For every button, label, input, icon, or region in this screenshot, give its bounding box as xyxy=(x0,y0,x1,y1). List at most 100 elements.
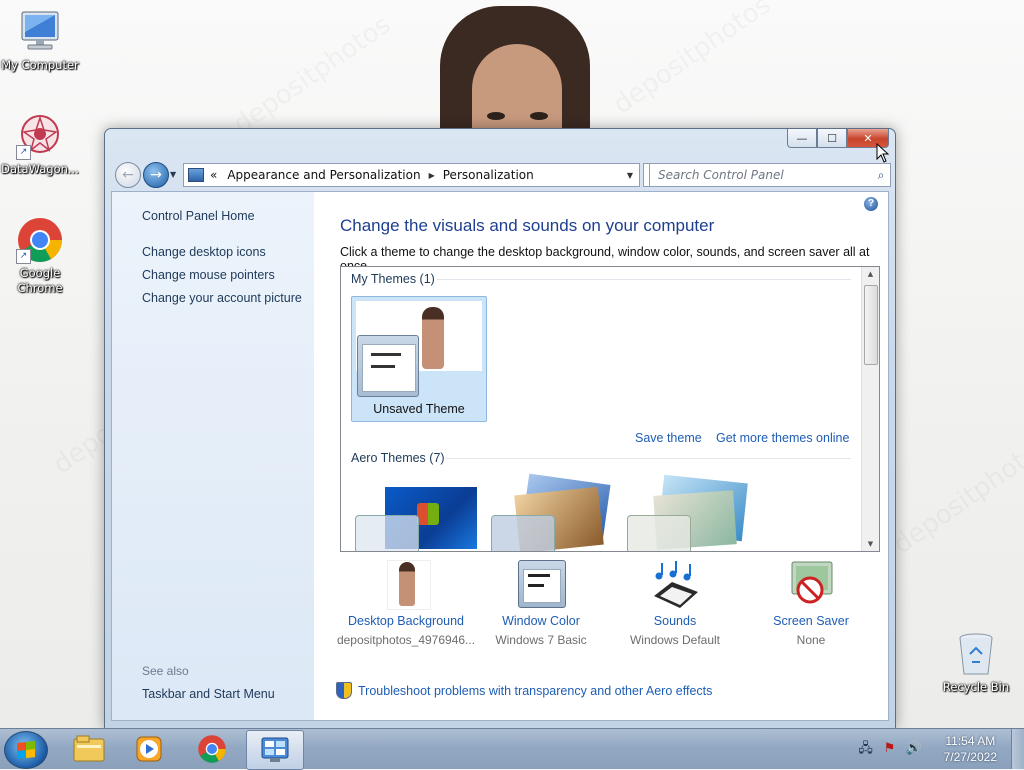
scrollbar-thumb[interactable] xyxy=(864,285,878,365)
window-color-icon xyxy=(516,560,566,610)
window-controls: — ☐ ✕ xyxy=(787,129,889,148)
window-color-setting[interactable]: Window Color Windows 7 Basic xyxy=(466,560,616,647)
scroll-down-icon[interactable]: ▼ xyxy=(862,540,879,548)
desktop-background-value: depositphotos_4976946... xyxy=(336,633,476,647)
taskbar-file-explorer[interactable] xyxy=(60,730,118,768)
sounds-link[interactable]: Sounds xyxy=(600,614,750,628)
desktop-icon-label: My Computer xyxy=(1,58,79,72)
breadcrumb-separator-icon[interactable]: ▶ xyxy=(429,171,435,180)
back-arrow-icon: ← xyxy=(122,167,134,183)
sidebar-change-mouse-pointers[interactable]: Change mouse pointers xyxy=(142,268,275,282)
theme-list-scrollbar[interactable]: ▲ ▼ xyxy=(861,267,879,551)
page-title: Change the visuals and sounds on your co… xyxy=(340,216,715,235)
windows-logo-icon xyxy=(17,749,35,759)
datawagon-icon: ↗ xyxy=(16,112,64,160)
troubleshoot-text[interactable]: Troubleshoot problems with transparency … xyxy=(358,684,712,698)
start-button[interactable] xyxy=(4,731,48,769)
clock[interactable]: 11:54 AM 7/27/2022 xyxy=(944,733,997,765)
taskbar: 🖧 ⚑ 🔊 11:54 AM 7/27/2022 xyxy=(0,728,1024,770)
desktop-background-icon xyxy=(381,560,431,610)
main-panel: ? Change the visuals and sounds on your … xyxy=(314,192,888,720)
screen-saver-icon xyxy=(786,560,836,610)
desktop-icon-recycle-bin[interactable]: Recycle Bin xyxy=(936,630,1016,695)
theme-preview-window xyxy=(357,335,419,397)
sounds-setting[interactable]: Sounds Windows Default xyxy=(600,560,750,647)
theme-preview-window xyxy=(491,515,555,551)
breadcrumb-overflow[interactable]: « xyxy=(210,168,217,182)
theme-tile-name: Unsaved Theme xyxy=(373,402,465,416)
window-color-frame xyxy=(518,560,566,608)
desktop-background-link[interactable]: Desktop Background xyxy=(331,614,481,628)
aero-theme-nature[interactable] xyxy=(627,474,757,551)
file-explorer-icon xyxy=(73,735,105,762)
window-color-body xyxy=(523,569,561,603)
desktop-icon-label: Google Chrome xyxy=(17,266,63,295)
save-theme-link[interactable]: Save theme xyxy=(635,431,702,445)
desktop-background-setting[interactable]: Desktop Background depositphotos_4976946… xyxy=(331,560,481,647)
wallpaper-eye xyxy=(487,112,505,120)
watermark: depositphotos xyxy=(608,0,776,120)
troubleshoot-link[interactable]: Troubleshoot problems with transparency … xyxy=(336,682,712,699)
recycle-bin-icon xyxy=(952,630,1000,678)
control-panel-icon xyxy=(261,737,289,762)
desktop-icon-my-computer[interactable]: My Computer xyxy=(0,8,80,73)
get-more-themes-link[interactable]: Get more themes online xyxy=(716,431,849,445)
minimize-button[interactable]: — xyxy=(787,129,817,148)
theme-list[interactable]: My Themes (1) Unsaved Theme Save theme G… xyxy=(340,266,880,552)
preview-line xyxy=(528,584,544,587)
sounds-icon xyxy=(650,560,700,610)
chrome-icon xyxy=(198,735,226,763)
desktop-icon-label: Recycle Bin xyxy=(942,680,1010,694)
windows-logo-icon xyxy=(417,503,439,525)
screen-saver-value: None xyxy=(796,633,826,647)
theme-preview-person xyxy=(422,307,444,369)
thumbnail-person xyxy=(399,562,415,606)
sidebar-change-account-picture[interactable]: Change your account picture xyxy=(142,291,302,305)
forward-button[interactable]: → xyxy=(143,162,169,188)
desktop-icon-google-chrome[interactable]: ↗ Google Chrome xyxy=(0,216,80,296)
search-input[interactable]: Search Control Panel xyxy=(650,168,872,182)
chrome-icon: ↗ xyxy=(16,216,64,264)
address-dropdown-icon[interactable]: ▼ xyxy=(627,171,633,180)
see-also-label: See also xyxy=(142,664,189,678)
preview-line xyxy=(371,365,395,368)
breadcrumb-personalization[interactable]: Personalization xyxy=(443,168,534,182)
network-icon[interactable]: 🖧 xyxy=(856,739,876,759)
scroll-up-icon[interactable]: ▲ xyxy=(862,270,879,278)
breadcrumb-appearance[interactable]: Appearance and Personalization xyxy=(227,168,420,182)
sidebar-taskbar-start-menu[interactable]: Taskbar and Start Menu xyxy=(142,687,275,701)
window-color-link[interactable]: Window Color xyxy=(466,614,616,628)
recent-pages-dropdown[interactable]: ▼ xyxy=(170,170,176,179)
aero-theme-architecture[interactable] xyxy=(491,473,621,551)
my-themes-label: My Themes (1) xyxy=(351,272,435,286)
theme-preview-window-body xyxy=(362,344,416,392)
help-icon[interactable]: ? xyxy=(864,197,878,211)
action-center-flag-icon[interactable]: ⚑ xyxy=(880,739,900,759)
desktop-icon-datawagon[interactable]: ↗ DataWagon... xyxy=(0,112,80,177)
forward-arrow-icon: → xyxy=(150,167,162,183)
taskbar-control-panel[interactable] xyxy=(246,730,304,770)
search-icon[interactable]: ⌕ xyxy=(872,168,890,183)
uac-shield-icon xyxy=(336,682,352,699)
screen-saver-link[interactable]: Screen Saver xyxy=(736,614,886,628)
show-desktop-button[interactable] xyxy=(1011,729,1024,769)
address-bar[interactable]: « Appearance and Personalization ▶ Perso… xyxy=(183,163,640,187)
aero-theme-windows7[interactable] xyxy=(355,477,485,551)
taskbar-chrome[interactable] xyxy=(183,730,241,768)
sidebar-control-panel-home[interactable]: Control Panel Home xyxy=(142,209,255,223)
back-button[interactable]: ← xyxy=(115,162,141,188)
sidebar-change-desktop-icons[interactable]: Change desktop icons xyxy=(142,245,266,259)
screen-saver-setting[interactable]: Screen Saver None xyxy=(736,560,886,647)
sidebar: Control Panel Home Change desktop icons … xyxy=(112,192,314,720)
desktop-icon-label: DataWagon... xyxy=(1,162,79,176)
search-box[interactable]: Search Control Panel ⌕ xyxy=(649,163,891,187)
volume-icon[interactable]: 🔊 xyxy=(904,739,924,759)
clock-time: 11:54 AM xyxy=(945,734,996,748)
watermark: depositphotos xyxy=(228,10,396,140)
media-player-icon xyxy=(136,736,162,762)
window-content: Control Panel Home Change desktop icons … xyxy=(111,191,889,721)
theme-tile-unsaved[interactable]: Unsaved Theme xyxy=(351,296,487,422)
maximize-button[interactable]: ☐ xyxy=(817,129,847,148)
taskbar-media-player[interactable] xyxy=(120,730,178,768)
preview-line xyxy=(528,574,550,577)
